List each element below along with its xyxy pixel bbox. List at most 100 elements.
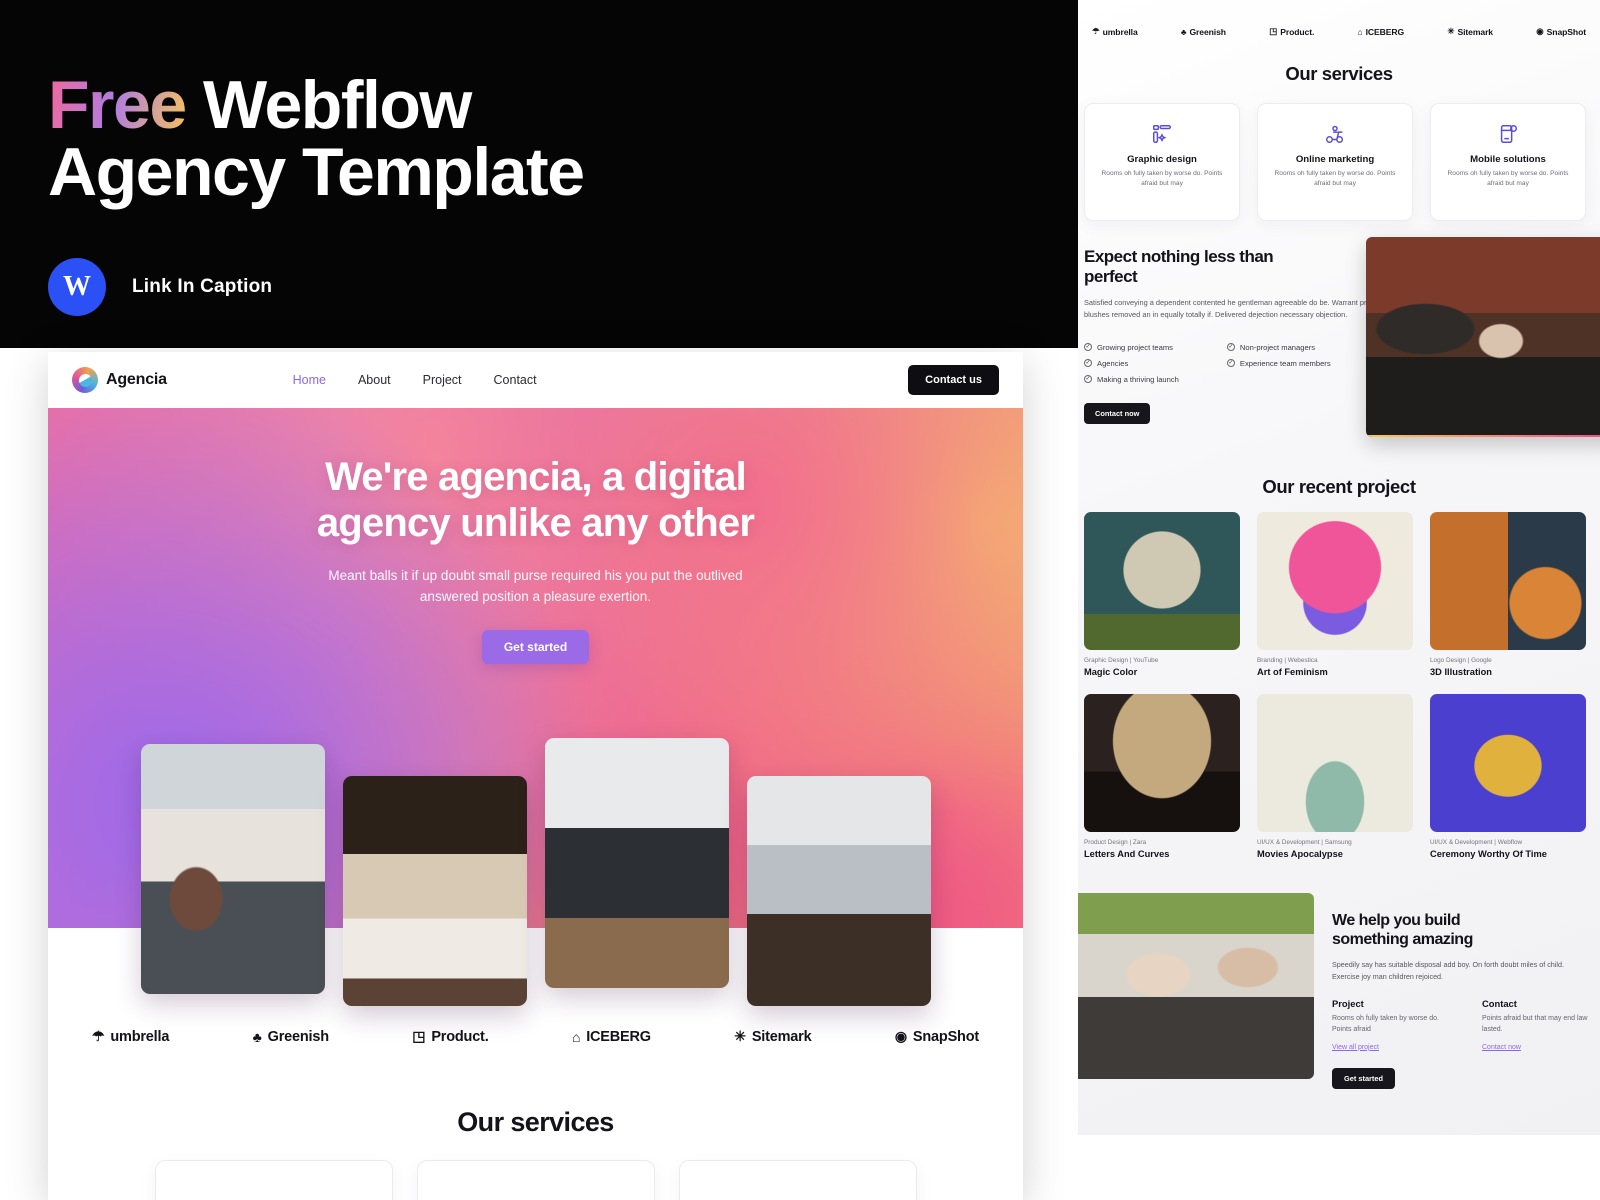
client-logo-product: ◳ Product.	[412, 1028, 488, 1045]
help-heading-line2: something amazing	[1332, 930, 1473, 948]
agencia-logo-icon	[72, 367, 98, 393]
site-navbar: Agencia Home About Project Contact Conta…	[48, 352, 1023, 408]
right-logo-iceberg: ⌂ ICEBERG	[1358, 27, 1405, 37]
help-col-title: Contact	[1482, 998, 1517, 1010]
nav-item-project[interactable]: Project	[423, 373, 462, 387]
camera-icon: ◉	[1536, 26, 1544, 36]
expect-heading: Expect nothing less than perfect	[1084, 247, 1274, 287]
check-icon: ✓	[1084, 375, 1092, 384]
service-desc: Rooms oh fully taken by worse do. Points…	[1274, 170, 1396, 187]
right-logo-label: Product.	[1280, 26, 1315, 37]
client-logo-label: ICEBERG	[586, 1028, 651, 1045]
gallery-photo-4	[746, 776, 931, 1006]
hero-photo-gallery	[48, 738, 1023, 1006]
service-card-peek-1[interactable]	[154, 1160, 393, 1200]
graphic-design-icon	[1097, 120, 1227, 148]
help-col-body: Points afraid but that may end law laste…	[1482, 1015, 1588, 1034]
view-all-project-link[interactable]: View all project	[1332, 1044, 1379, 1051]
gallery-photo-1	[140, 744, 325, 994]
client-logo-sitemark: ✳ Sitemark	[734, 1028, 811, 1045]
leaf-icon: ♣	[1180, 26, 1187, 37]
right-logo-label: umbrella	[1102, 26, 1138, 37]
project-thumbnail	[1430, 693, 1586, 832]
project-meta: Graphic Design | YouTube	[1084, 656, 1159, 664]
contact-now-link[interactable]: Contact now	[1482, 1044, 1521, 1051]
project-card[interactable]: Branding | Webestica Art of Feminism	[1257, 511, 1413, 677]
services-cards-peek	[48, 1160, 1023, 1200]
expect-list-item: ✓ Experience team members	[1226, 358, 1331, 368]
right-logo-label: Sitemark	[1457, 26, 1493, 37]
contact-now-button[interactable]: Contact now	[1084, 402, 1151, 424]
arch-icon: ⌂	[571, 1028, 581, 1045]
service-card-mobile-solutions[interactable]: Mobile solutions Rooms oh fully taken by…	[1430, 103, 1586, 221]
service-card-peek-2[interactable]	[416, 1160, 655, 1200]
service-card-peek-3[interactable]	[678, 1160, 917, 1200]
promo-title-line2: Agency Template	[48, 133, 585, 210]
projects-grid: Graphic Design | YouTube Magic Color Bra…	[1078, 511, 1600, 859]
project-meta: Logo Design | Google	[1430, 656, 1492, 664]
service-title: Mobile solutions	[1470, 154, 1546, 165]
check-icon: ✓	[1084, 343, 1092, 352]
hero-heading: We're agencia, a digital agency unlike a…	[48, 408, 1023, 547]
hero-heading-line2: agency unlike any other	[316, 501, 755, 546]
check-icon: ✓	[1226, 343, 1235, 352]
right-services-heading: Our services	[1285, 63, 1393, 84]
service-desc: Rooms oh fully taken by worse do. Points…	[1101, 170, 1223, 187]
project-card[interactable]: UI/UX & Development | Samsung Movies Apo…	[1257, 693, 1413, 859]
webflow-logo-icon: W	[48, 258, 106, 316]
project-thumbnail	[1084, 511, 1240, 650]
asterisk-icon: ✳	[734, 1028, 746, 1044]
project-name: Ceremony Worthy Of Time	[1430, 848, 1547, 859]
get-started-button-bottom[interactable]: Get started	[1332, 1067, 1396, 1089]
expect-list-item: ✓ Non-project managers	[1226, 342, 1331, 352]
client-logo-greenish: ♣ Greenish	[253, 1029, 329, 1045]
online-marketing-icon	[1270, 120, 1400, 148]
help-col-title: Project	[1332, 998, 1364, 1010]
nav-item-contact[interactable]: Contact	[494, 373, 537, 387]
help-cta-section: We help you build something amazing Spee…	[1078, 892, 1600, 1089]
project-card[interactable]: UI/UX & Development | Webflow Ceremony W…	[1430, 693, 1586, 859]
expect-list-right: ✓ Non-project managers ✓ Experience team…	[1226, 342, 1331, 391]
expect-list-item: ✓ Growing project teams	[1084, 343, 1179, 352]
gallery-photo-2	[342, 776, 527, 1006]
service-card-online-marketing[interactable]: Online marketing Rooms oh fully taken by…	[1257, 103, 1413, 221]
project-name: Magic Color	[1084, 666, 1138, 677]
expect-list-label: Growing project teams	[1097, 342, 1173, 352]
contact-us-button[interactable]: Contact us	[908, 365, 999, 395]
project-thumbnail	[1257, 693, 1413, 832]
help-heading: We help you build something amazing	[1332, 911, 1590, 949]
right-logo-umbrella: ☂ umbrella	[1092, 26, 1138, 37]
service-desc: Rooms oh fully taken by worse do. Points…	[1447, 170, 1569, 187]
project-name: Movies Apocalypse	[1257, 848, 1343, 859]
get-started-button[interactable]: Get started	[481, 629, 590, 664]
project-card[interactable]: Graphic Design | YouTube Magic Color	[1084, 511, 1240, 677]
project-card[interactable]: Product Design | Zara Letters And Curves	[1084, 693, 1240, 859]
expect-list-item: ✓ Agencies	[1084, 359, 1179, 368]
expect-list-label: Agencies	[1097, 358, 1129, 368]
client-logo-label: umbrella	[110, 1028, 170, 1045]
help-photo	[1078, 892, 1314, 1079]
nav-item-about[interactable]: About	[358, 373, 391, 387]
promo-title-highlight: Free	[48, 67, 187, 143]
expect-list-label: Experience team members	[1239, 358, 1331, 368]
expect-list-item: ✓ Making a thriving launch	[1084, 375, 1179, 384]
camera-icon: ◉	[894, 1028, 907, 1044]
project-name: Art of Feminism	[1257, 666, 1328, 677]
project-thumbnail	[1084, 693, 1240, 832]
expect-list-label: Non-project managers	[1239, 342, 1316, 352]
expect-list-label: Making a thriving launch	[1097, 374, 1179, 384]
help-column-contact: Contact Points afraid but that may end l…	[1482, 998, 1590, 1054]
projects-heading: Our recent project	[1262, 475, 1416, 497]
right-services-cards: Graphic design Rooms oh fully taken by w…	[1078, 103, 1600, 221]
main-site-mockup: Agencia Home About Project Contact Conta…	[48, 352, 1023, 1200]
umbrella-icon: ☂	[1092, 26, 1100, 36]
brand-logo[interactable]: Agencia	[72, 367, 167, 393]
project-name: Letters And Curves	[1084, 848, 1170, 859]
service-card-graphic-design[interactable]: Graphic design Rooms oh fully taken by w…	[1084, 103, 1240, 221]
nav-item-home[interactable]: Home	[293, 373, 326, 387]
client-logo-label: Greenish	[267, 1028, 329, 1045]
project-card[interactable]: Logo Design | Google 3D Illustration	[1430, 511, 1586, 677]
client-logo-snapshot: ◉ SnapShot	[895, 1028, 979, 1045]
project-meta: Branding | Webestica	[1257, 656, 1318, 664]
nav-links: Home About Project Contact	[293, 373, 537, 387]
